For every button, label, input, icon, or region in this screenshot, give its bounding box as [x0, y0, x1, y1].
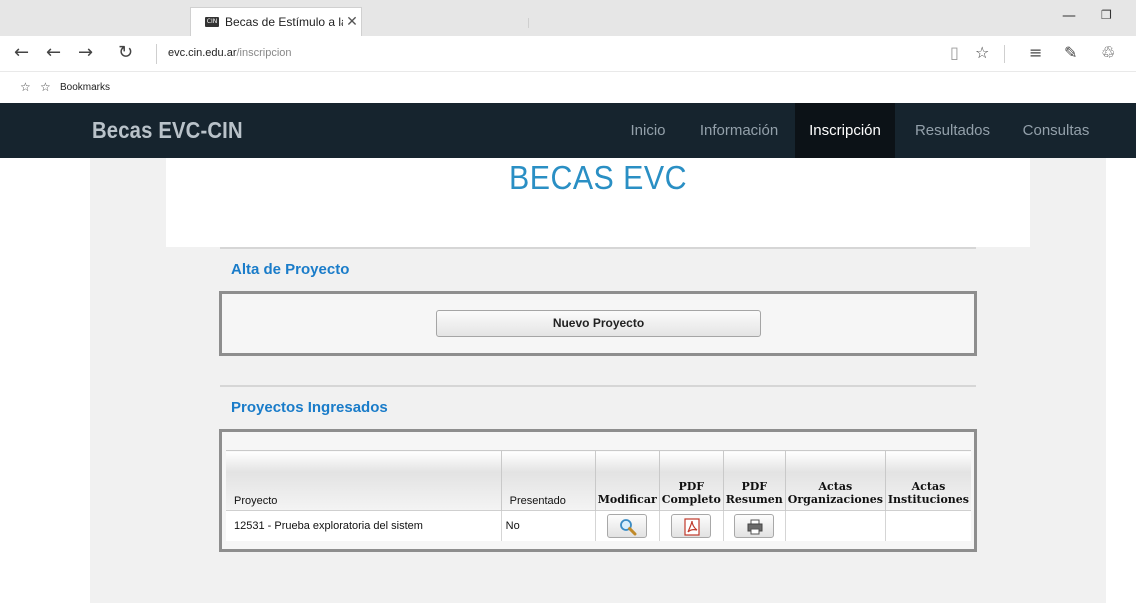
bookmarks-folder[interactable]: Bookmarks	[60, 82, 110, 93]
cell-pdf-completo	[659, 510, 724, 541]
col-proyecto: Proyecto	[226, 450, 502, 511]
col-modificar: Modificar	[595, 450, 660, 511]
forward-arrow-icon[interactable]: →	[78, 44, 93, 62]
tab-title: Becas de Estímulo a las	[225, 15, 343, 29]
bookmarks-bar: ☆ ☆ Bookmarks	[0, 72, 1136, 103]
url-path: /inscripcion	[236, 47, 292, 59]
modificar-button[interactable]	[607, 513, 648, 538]
nav-consultas[interactable]: Consultas	[1012, 103, 1100, 158]
pdf-resumen-button[interactable]	[734, 513, 775, 538]
col-presentado: Presentado	[501, 450, 596, 511]
web-note-icon[interactable]: ✎	[1064, 45, 1077, 61]
section-divider	[220, 385, 976, 387]
cell-actas-organizaciones	[785, 510, 886, 541]
nav-informacion[interactable]: Información	[690, 103, 788, 158]
favicon-icon: CIN	[205, 17, 219, 27]
site-brand[interactable]: Becas EVC-CIN	[92, 117, 243, 144]
hub-icon[interactable]: ≡	[1029, 45, 1042, 61]
cell-proyecto: 12531 - Prueba exploratoria del sistem	[226, 510, 502, 541]
cell-modificar	[595, 510, 660, 541]
col-actas-organizaciones: Actas Organizaciones	[785, 450, 886, 511]
refresh-icon[interactable]: ↻	[118, 44, 133, 62]
col-actas-instituciones: Actas Instituciones	[885, 450, 971, 511]
url-field[interactable]: evc.cin.edu.ar/inscripcion	[168, 47, 292, 59]
url-domain: evc.cin.edu.ar	[168, 47, 237, 59]
banner-title: BECAS EVC	[509, 159, 687, 196]
proyectos-table: Proyecto Presentado Modificar PDF Comple…	[226, 450, 971, 541]
reading-view-icon[interactable]: ▯	[950, 45, 959, 61]
address-bar-row: ← ← → ↻ evc.cin.edu.ar/inscripcion ▯ ☆ ≡…	[0, 36, 1136, 72]
alta-proyecto-title: Alta de Proyecto	[231, 261, 350, 278]
close-tab-icon[interactable]: ✕	[343, 14, 361, 30]
pdf-icon	[684, 518, 700, 536]
proyectos-ingresados-title: Proyectos Ingresados	[231, 399, 388, 416]
nav-inscripcion[interactable]: Inscripción	[795, 103, 895, 158]
minimize-window-icon[interactable]: —	[1062, 8, 1076, 24]
add-favorite-icon[interactable]: ☆	[20, 80, 31, 94]
browser-tab[interactable]: CIN Becas de Estímulo a las ✕	[190, 7, 362, 36]
table-row: 12531 - Prueba exploratoria del sistem N…	[226, 510, 971, 541]
share-icon[interactable]: ♲	[1101, 45, 1115, 61]
col-pdf-completo: PDF Completo	[659, 450, 724, 511]
cell-presentado: No	[501, 510, 596, 541]
browser-tab-bar: CIN Becas de Estímulo a las ✕ — ❐	[0, 0, 1136, 36]
nuevo-proyecto-button[interactable]: Nuevo Proyecto	[436, 310, 761, 337]
magnifier-icon	[620, 518, 637, 536]
tab-bar-empty-area	[0, 0, 190, 36]
banner: BECAS EVC	[166, 158, 1030, 247]
printer-icon	[747, 519, 763, 535]
bookmark-star-icon: ☆	[40, 80, 51, 94]
table-header-row: Proyecto Presentado Modificar PDF Comple…	[226, 450, 971, 511]
pdf-completo-button[interactable]	[671, 513, 712, 538]
address-divider	[156, 44, 157, 64]
nav-resultados[interactable]: Resultados	[900, 103, 1005, 158]
toolbar-divider	[1004, 45, 1005, 63]
back-icon[interactable]: ←	[14, 44, 29, 62]
section-divider	[220, 247, 976, 249]
nav-inicio[interactable]: Inicio	[616, 103, 680, 158]
col-pdf-resumen: PDF Resumen	[723, 450, 786, 511]
cell-pdf-resumen	[723, 510, 786, 541]
cell-actas-instituciones	[885, 510, 971, 541]
restore-window-icon[interactable]: ❐	[1101, 8, 1112, 22]
favorite-star-icon[interactable]: ☆	[975, 45, 989, 61]
site-navbar: Becas EVC-CIN Inicio Información Inscrip…	[0, 103, 1136, 158]
tab-divider	[528, 18, 529, 28]
forward-icon[interactable]: ←	[46, 44, 61, 62]
